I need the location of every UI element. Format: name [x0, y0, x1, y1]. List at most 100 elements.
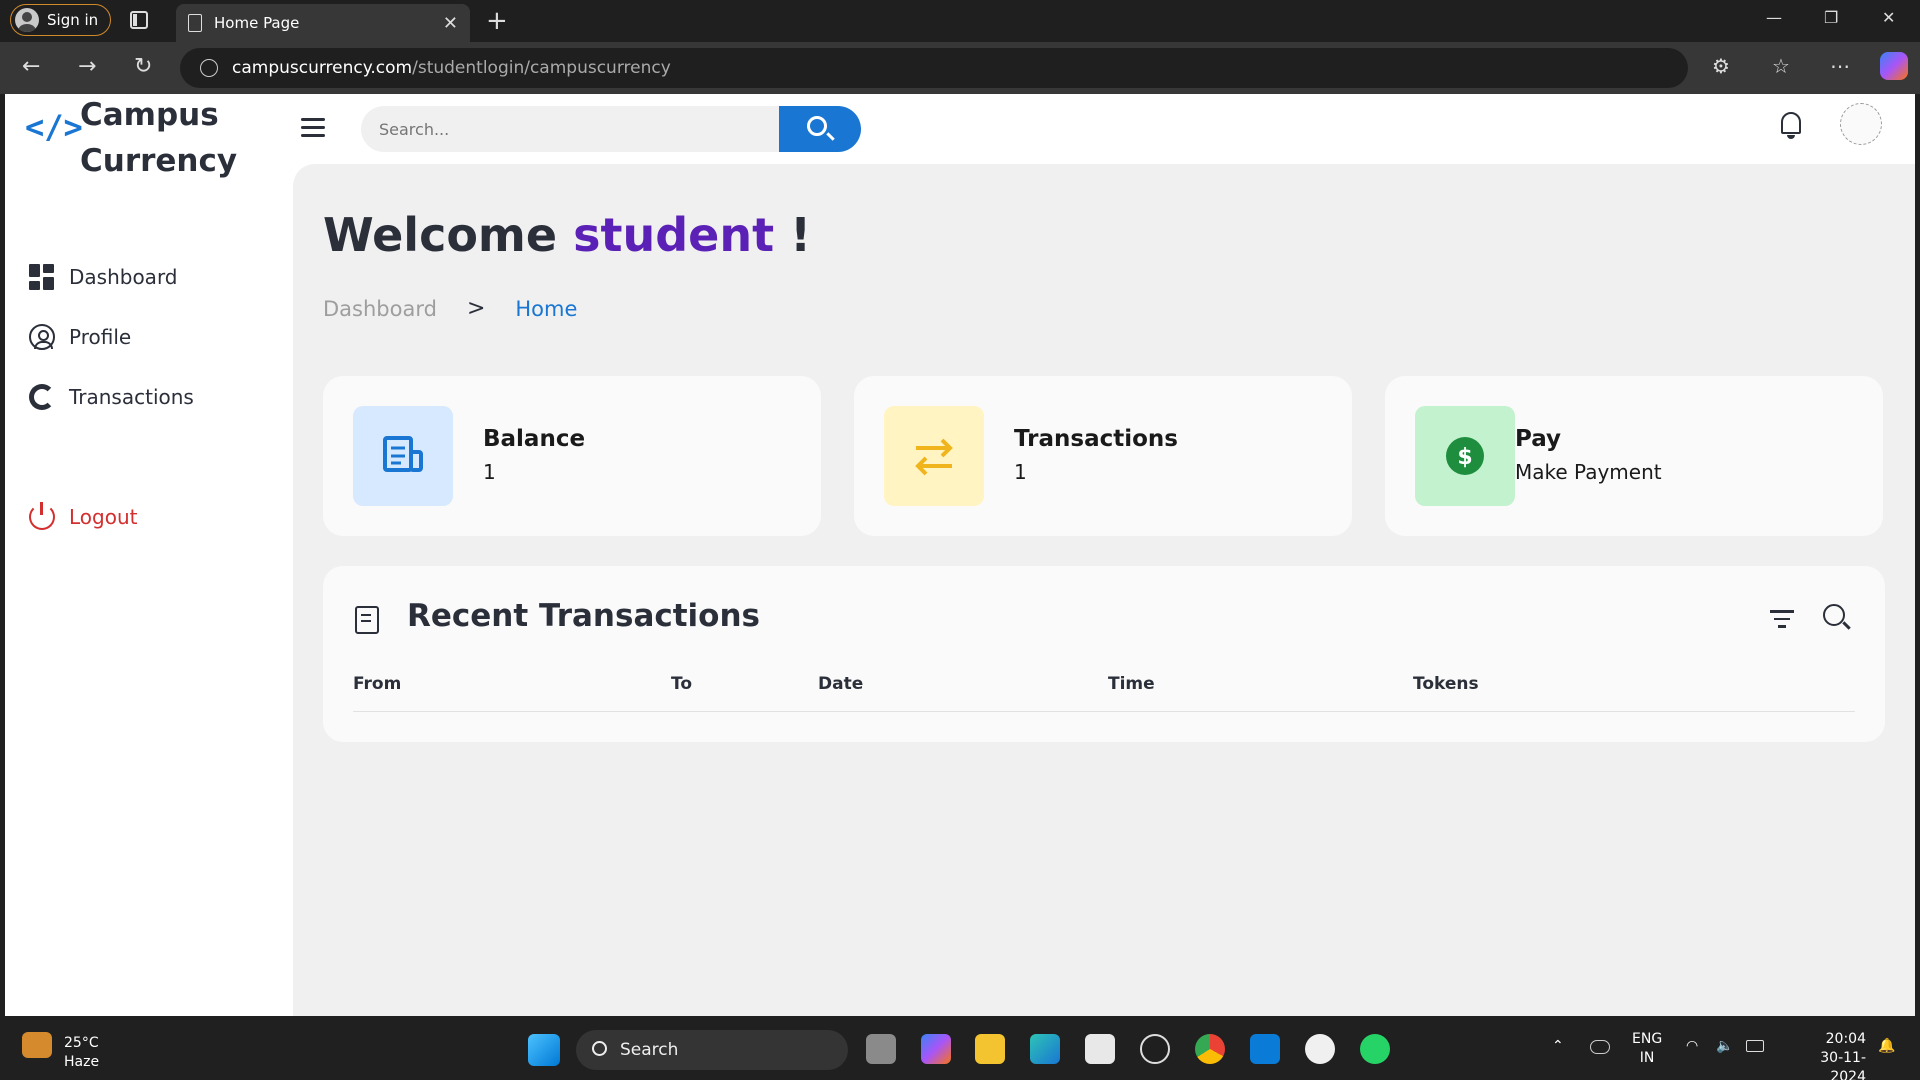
search-input[interactable] — [361, 106, 779, 152]
url-field[interactable]: campuscurrency.com/studentlogin/campuscu… — [180, 48, 1688, 88]
card-title: Balance — [483, 426, 586, 452]
balance-card[interactable]: Balance 1 — [323, 376, 821, 536]
extensions-icon[interactable]: ⚙ — [1712, 54, 1730, 78]
section-title: Recent Transactions — [407, 598, 761, 634]
column-header-tokens[interactable]: Tokens — [1413, 674, 1479, 694]
search-icon — [592, 1041, 607, 1056]
chevron-up-icon[interactable]: ⌃ — [1552, 1038, 1564, 1054]
welcome-user: student — [573, 208, 775, 262]
top-bar — [293, 94, 1915, 164]
url-path: /studentlogin/campuscurrency — [412, 58, 671, 78]
svg-text:$: $ — [1457, 445, 1472, 470]
file-explorer-icon[interactable] — [975, 1034, 1005, 1064]
column-header-to[interactable]: To — [671, 674, 692, 694]
copilot-app-icon[interactable] — [921, 1034, 951, 1064]
browser-tab-home[interactable]: Home Page ✕ — [176, 4, 470, 42]
search-icon — [807, 116, 827, 136]
taskbar-search[interactable]: Search — [576, 1030, 848, 1070]
wifi-icon[interactable]: ◠ — [1686, 1038, 1698, 1054]
page-viewport: </> Campus Currency Dashboard Profile Tr… — [5, 94, 1915, 1016]
page-title: Welcome student ! — [323, 208, 811, 262]
logo-line-1: Campus — [80, 97, 219, 133]
breadcrumb-home[interactable]: Home — [515, 297, 577, 321]
logo-line-2: Currency — [80, 143, 238, 179]
browser-tab-bar: Sign in Home Page ✕ + — ❐ ✕ — [0, 0, 1920, 42]
profile-icon — [29, 324, 55, 350]
search-box — [361, 106, 861, 152]
edge-icon[interactable] — [1030, 1034, 1060, 1064]
welcome-prefix: Welcome — [323, 208, 558, 262]
breadcrumb-dashboard[interactable]: Dashboard — [323, 297, 437, 321]
column-header-date[interactable]: Date — [818, 674, 863, 694]
onedrive-icon[interactable] — [1590, 1040, 1610, 1054]
tab-close-icon[interactable]: ✕ — [443, 13, 458, 34]
notification-icon[interactable]: 🔔 — [1878, 1038, 1895, 1054]
pay-card[interactable]: $ Pay Make Payment — [1385, 376, 1883, 536]
task-view-icon[interactable] — [866, 1034, 896, 1064]
filter-icon[interactable] — [1770, 610, 1794, 628]
taskbar: 25°C Haze Search ⌃ ENG IN ◠ 🔈 20:04 30-1… — [0, 1020, 1920, 1080]
copilot-icon[interactable] — [1880, 52, 1908, 80]
search-button[interactable] — [779, 106, 861, 152]
mongodb-icon[interactable] — [1305, 1034, 1335, 1064]
sidebar-item-transactions[interactable]: Transactions — [29, 384, 194, 410]
volume-muted-icon[interactable]: 🔈 — [1716, 1038, 1733, 1054]
sidebar: </> Campus Currency Dashboard Profile Tr… — [5, 94, 293, 1016]
notification-bell-icon[interactable] — [1779, 110, 1803, 139]
pay-tile: $ — [1415, 406, 1515, 506]
refresh-icon[interactable]: ↻ — [134, 54, 152, 79]
logout-button[interactable]: Logout — [29, 502, 138, 530]
table-header: From To Date Time Tokens — [353, 670, 1855, 712]
clock-date: 30-11-2024 — [1820, 1050, 1866, 1080]
transactions-tile — [884, 406, 984, 506]
search-icon[interactable] — [1823, 604, 1845, 626]
language-indicator[interactable]: ENG IN — [1632, 1030, 1662, 1068]
dell-icon[interactable] — [1140, 1034, 1170, 1064]
favorites-icon[interactable]: ☆ — [1772, 54, 1790, 78]
start-icon[interactable] — [528, 1034, 560, 1066]
tab-actions-icon[interactable] — [130, 11, 148, 29]
sidebar-item-profile[interactable]: Profile — [29, 324, 131, 350]
sidebar-item-label: Transactions — [69, 385, 194, 409]
site-info-icon[interactable] — [200, 59, 218, 77]
forward-icon[interactable]: → — [78, 54, 96, 79]
battery-icon[interactable] — [1746, 1040, 1764, 1052]
tab-title: Home Page — [214, 14, 300, 32]
sidebar-item-label: Profile — [69, 325, 132, 349]
transactions-icon — [29, 384, 55, 410]
logo-code-icon: </> — [25, 108, 83, 146]
window-close-icon[interactable]: ✕ — [1882, 8, 1895, 27]
new-tab-icon[interactable]: + — [486, 6, 508, 36]
back-icon[interactable]: ← — [22, 54, 40, 79]
clock-time: 20:04 — [1825, 1031, 1866, 1047]
main-content: Welcome student ! Dashboard > Home Balan… — [293, 164, 1915, 1016]
whatsapp-icon[interactable] — [1360, 1034, 1390, 1064]
receipt-icon — [355, 606, 379, 634]
store-icon[interactable] — [1085, 1034, 1115, 1064]
column-header-from[interactable]: From — [353, 674, 401, 694]
user-avatar[interactable] — [1840, 103, 1882, 145]
restore-icon[interactable]: ❐ — [1824, 8, 1838, 27]
dollar-icon: $ — [1446, 437, 1484, 475]
sidebar-item-label: Dashboard — [69, 265, 178, 289]
page-icon — [188, 14, 202, 32]
transactions-card[interactable]: Transactions 1 — [854, 376, 1352, 536]
sidebar-item-dashboard[interactable]: Dashboard — [29, 264, 178, 290]
column-header-time[interactable]: Time — [1108, 674, 1155, 694]
logout-label: Logout — [69, 505, 138, 529]
browser-signin-button[interactable]: Sign in — [10, 4, 112, 36]
vscode-icon[interactable] — [1250, 1034, 1280, 1064]
menu-icon[interactable] — [301, 118, 325, 138]
signin-label: Sign in — [47, 11, 99, 29]
weather-condition: Haze — [64, 1054, 100, 1070]
more-options-icon[interactable]: ⋯ — [1830, 54, 1850, 78]
chrome-icon[interactable] — [1195, 1034, 1225, 1064]
minimize-icon[interactable]: — — [1766, 8, 1782, 27]
weather-icon — [22, 1032, 52, 1058]
card-value: Make Payment — [1515, 460, 1662, 484]
temperature: 25°C — [64, 1035, 99, 1051]
clock[interactable]: 20:04 30-11-2024 — [1786, 1030, 1866, 1080]
url-host: campuscurrency.com — [232, 58, 413, 78]
dashboard-icon — [29, 264, 55, 290]
lang-line-2: IN — [1639, 1050, 1655, 1066]
